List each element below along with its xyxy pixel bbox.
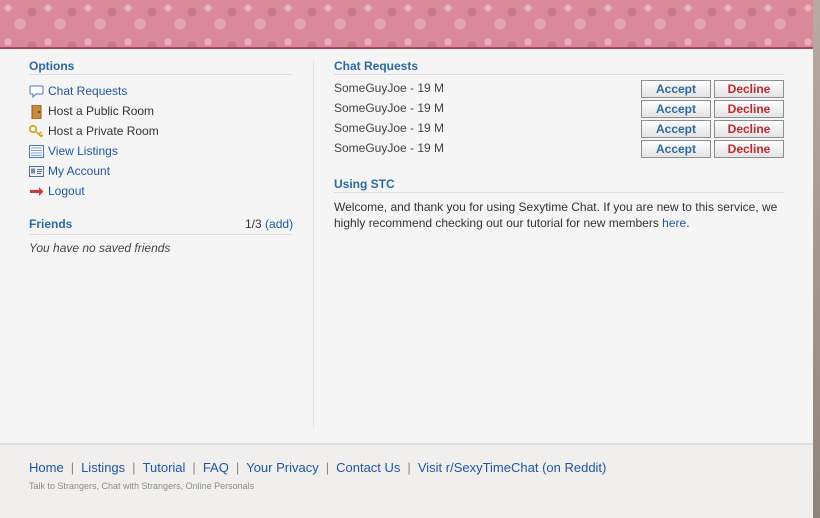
footer-link-faq[interactable]: FAQ — [203, 460, 229, 475]
request-row: SomeGuyJoe - 19 M Accept Decline — [334, 100, 784, 118]
add-close-paren: ) — [289, 217, 294, 231]
welcome-text: Welcome, and thank you for using Sexytim… — [334, 200, 778, 230]
sidebar-item-label: Host a Private Room — [48, 124, 159, 138]
door-icon — [29, 104, 44, 119]
accept-button[interactable]: Accept — [641, 100, 711, 118]
request-name: SomeGuyJoe - 19 M — [334, 141, 445, 155]
window-edge — [813, 0, 820, 518]
sidebar-item-label: My Account — [48, 164, 111, 178]
footer-separator: | — [325, 460, 330, 475]
friends-title: Friends — [29, 217, 73, 231]
options-divider — [29, 74, 292, 75]
footer-separator: | — [70, 460, 75, 475]
column-divider — [313, 60, 314, 428]
id-card-icon — [29, 165, 44, 178]
footer-nav: Home | Listings | Tutorial | FAQ | Your … — [29, 460, 606, 475]
request-name: SomeGuyJoe - 19 M — [334, 101, 445, 115]
page: Options Chat Requests Host a Public Room… — [0, 0, 813, 518]
decline-button[interactable]: Decline — [714, 120, 784, 138]
add-label: add — [269, 217, 290, 231]
footer-separator: | — [192, 460, 196, 475]
footer-link-reddit[interactable]: Visit r/SexyTimeChat (on Reddit) — [418, 460, 607, 475]
request-row: SomeGuyJoe - 19 M Accept Decline — [334, 80, 784, 98]
footer-separator: | — [132, 460, 136, 475]
sidebar-item-logout[interactable]: Logout — [29, 182, 85, 200]
footer-tagline: Talk to Strangers, Chat with Strangers, … — [29, 481, 255, 491]
footer-separator: | — [235, 460, 240, 475]
sidebar-item-label: Logout — [48, 184, 85, 198]
friends-divider — [29, 234, 292, 235]
footer-separator: | — [407, 460, 411, 475]
request-row: SomeGuyJoe - 19 M Accept Decline — [334, 120, 784, 138]
footer-link-privacy[interactable]: Your Privacy — [246, 460, 319, 475]
decline-button[interactable]: Decline — [714, 80, 784, 98]
request-row: SomeGuyJoe - 19 M Accept Decline — [334, 140, 784, 158]
list-icon — [29, 144, 44, 158]
sidebar-item-host-private-room[interactable]: Host a Private Room — [28, 122, 159, 140]
arrow-right-icon — [29, 185, 44, 198]
tutorial-here-link[interactable]: here — [662, 216, 686, 230]
add-friend-link[interactable]: (add) — [265, 217, 293, 231]
header-banner — [0, 0, 813, 49]
footer-link-tutorial[interactable]: Tutorial — [143, 460, 186, 475]
sidebar-item-label: Host a Public Room — [48, 104, 155, 118]
footer-link-listings[interactable]: Listings — [81, 460, 125, 475]
sidebar-item-chat-requests[interactable]: Chat Requests — [29, 82, 127, 100]
speech-bubble-icon — [29, 85, 44, 98]
sidebar-item-host-public-room[interactable]: Host a Public Room — [29, 102, 154, 120]
footer: Home | Listings | Tutorial | FAQ | Your … — [0, 443, 813, 518]
options-title: Options — [29, 59, 75, 73]
using-stc-title: Using STC — [334, 177, 395, 191]
request-name: SomeGuyJoe - 19 M — [334, 121, 445, 135]
decline-button[interactable]: Decline — [714, 100, 784, 118]
accept-button[interactable]: Accept — [641, 140, 711, 158]
sidebar-item-view-listings[interactable]: View Listings — [29, 142, 118, 160]
accept-button[interactable]: Accept — [641, 80, 711, 98]
chat-requests-divider — [334, 74, 784, 75]
sidebar-item-label: View Listings — [48, 144, 118, 158]
request-name: SomeGuyJoe - 19 M — [334, 81, 445, 95]
accept-button[interactable]: Accept — [641, 120, 711, 138]
friends-count: 1/3 — [245, 217, 262, 231]
footer-link-contact[interactable]: Contact Us — [336, 460, 400, 475]
friends-empty-text: You have no saved friends — [29, 241, 171, 255]
using-stc-divider — [334, 192, 784, 193]
sidebar-item-my-account[interactable]: My Account — [29, 162, 110, 180]
footer-link-home[interactable]: Home — [29, 460, 64, 475]
key-icon — [28, 124, 44, 138]
decline-button[interactable]: Decline — [714, 140, 784, 158]
welcome-paragraph: Welcome, and thank you for using Sexytim… — [334, 199, 786, 231]
welcome-end: . — [686, 216, 690, 230]
sidebar-item-label: Chat Requests — [48, 84, 128, 98]
chat-requests-title: Chat Requests — [334, 59, 419, 73]
friends-count-wrap: 1/3 (add) — [245, 217, 293, 231]
